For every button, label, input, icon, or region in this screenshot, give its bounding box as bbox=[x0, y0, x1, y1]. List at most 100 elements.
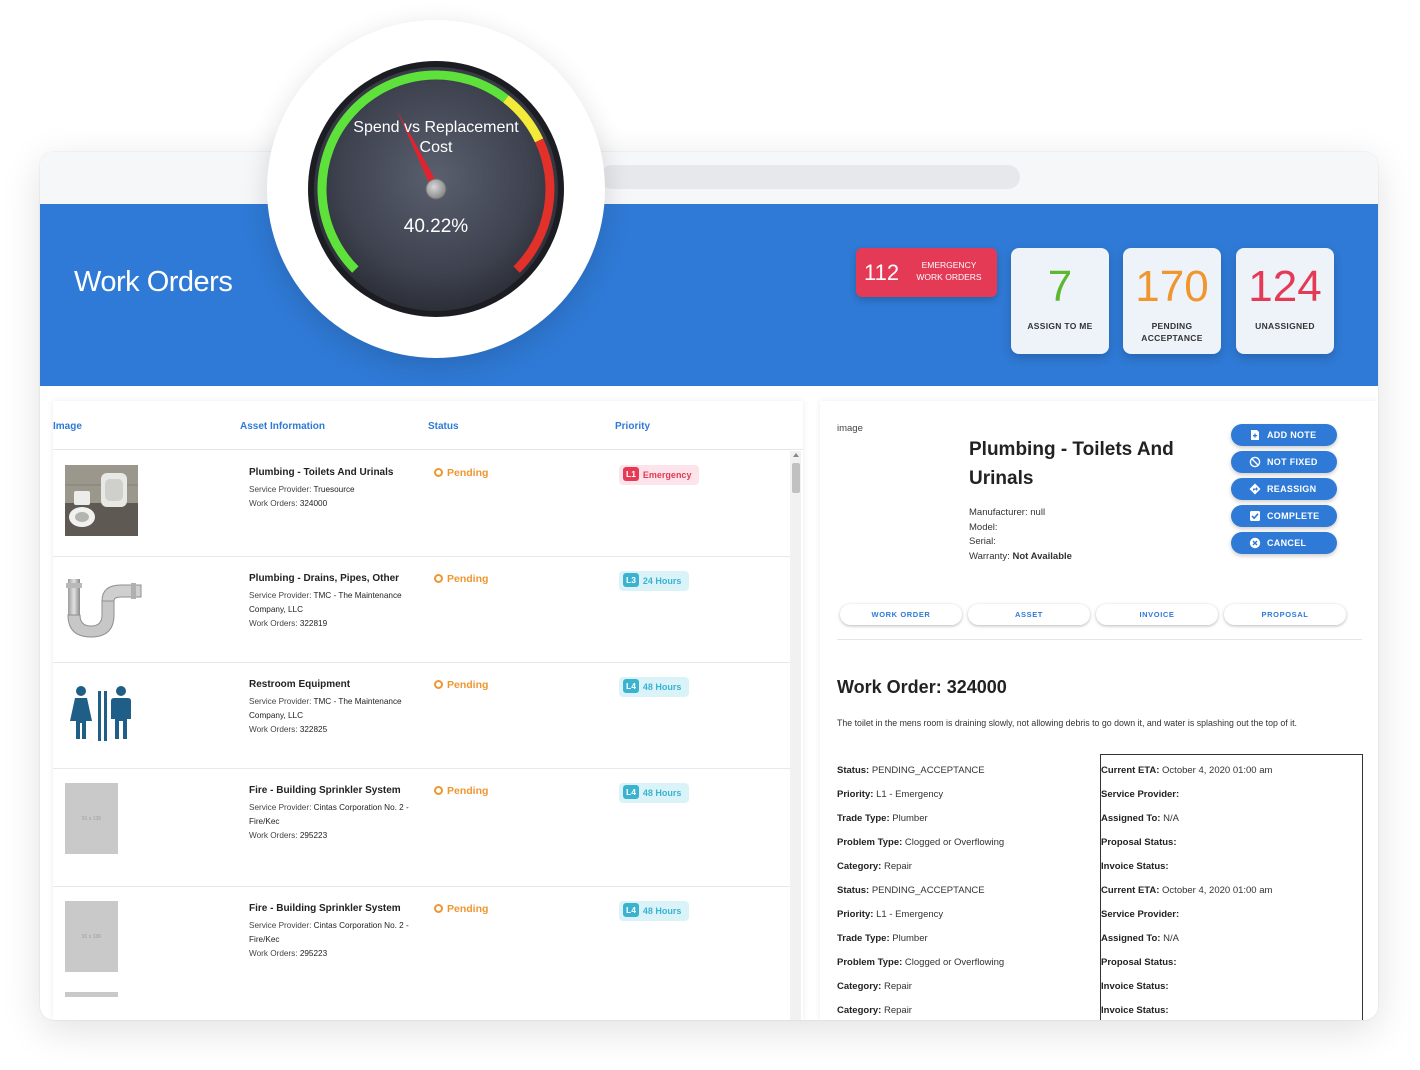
row-meta: Service Provider: Cintas Corporation No.… bbox=[249, 921, 409, 958]
detail-field-right: Proposal Status: bbox=[1101, 837, 1177, 848]
restroom-sign-icon bbox=[65, 677, 138, 748]
ban-icon bbox=[1249, 456, 1261, 468]
gauge-dial bbox=[308, 61, 564, 317]
priority-badge: L3 24 Hours bbox=[619, 571, 690, 591]
header-divider bbox=[53, 449, 803, 450]
detail-field-left: Priority: L1 - Emergency bbox=[837, 789, 944, 800]
image-placeholder: 91 x 136 bbox=[65, 901, 118, 972]
priority-badge: L4 48 Hours bbox=[619, 901, 690, 921]
detail-field-right: Service Provider: bbox=[1101, 789, 1180, 800]
image-placeholder: 91 x 136 bbox=[65, 783, 118, 854]
pipe-icon bbox=[65, 571, 142, 642]
status-badge: Pending bbox=[434, 573, 488, 585]
add-note-button[interactable]: ADD NOTE bbox=[1231, 424, 1337, 446]
table-row[interactable]: 91 x 136 Fire - Building Sprinkler Syste… bbox=[53, 769, 790, 887]
assign-to-me-label: ASSIGN TO ME bbox=[1027, 321, 1093, 331]
column-header-status[interactable]: Status bbox=[428, 421, 459, 432]
row-meta: Service Provider: TMC - The Maintenance … bbox=[249, 591, 402, 628]
table-row[interactable]: 91 x 136 Fire - Building Sprinkler Syste… bbox=[53, 887, 790, 993]
asset-meta: Manufacturer: null Model: Serial: Warran… bbox=[969, 507, 1072, 562]
detail-field-left: Problem Type: Clogged or Overflowing bbox=[837, 957, 1005, 968]
detail-field-right: Assigned To: N/A bbox=[1101, 933, 1179, 944]
detail-field-left: Category: Repair bbox=[837, 861, 912, 872]
reassign-button[interactable]: REASSIGN bbox=[1231, 478, 1337, 500]
detail-field-right: Invoice Status: bbox=[1101, 981, 1169, 992]
row-title: Plumbing - Toilets And Urinals bbox=[249, 467, 394, 478]
pending-acceptance-card[interactable]: 170 PENDING ACCEPTANCE bbox=[1123, 248, 1221, 354]
detail-field-right: Current ETA: October 4, 2020 01:00 am bbox=[1101, 765, 1273, 776]
row-title: Restroom Equipment bbox=[249, 679, 351, 690]
row-title: Fire - Building Sprinkler System bbox=[249, 785, 401, 796]
detail-field-right: Proposal Status: bbox=[1101, 957, 1177, 968]
asset-title: Plumbing - Toilets And Urinals bbox=[969, 439, 1174, 489]
image-label: image bbox=[837, 423, 863, 434]
tabs-divider bbox=[837, 639, 1362, 640]
address-bar[interactable] bbox=[600, 165, 1020, 189]
list-scrollbar[interactable] bbox=[790, 451, 801, 1020]
emergency-label: EMERGENCY WORK ORDERS bbox=[916, 260, 982, 282]
status-badge: Pending bbox=[434, 467, 488, 479]
detail-field-right: Current ETA: October 4, 2020 01:00 am bbox=[1101, 885, 1273, 896]
tab-work-order[interactable]: WORK ORDER bbox=[840, 604, 962, 625]
detail-field-left: Status: PENDING_ACCEPTANCE bbox=[837, 765, 985, 776]
detail-field-right: Service Provider: bbox=[1101, 909, 1180, 920]
unassigned-count: 124 bbox=[1248, 262, 1322, 311]
detail-field-left: Category: Repair bbox=[837, 981, 912, 992]
table-row[interactable]: Restroom Equipment Service Provider: TMC… bbox=[53, 663, 790, 769]
table-row[interactable]: Plumbing - Drains, Pipes, Other Service … bbox=[53, 557, 790, 663]
tab-proposal[interactable]: PROPOSAL bbox=[1224, 604, 1346, 625]
priority-badge: L4 48 Hours bbox=[619, 677, 690, 697]
app-window: Work Orders 112 EMERGENCY WORK ORDERS 7 … bbox=[40, 152, 1378, 1020]
image-placeholder-partial bbox=[65, 992, 118, 997]
unassigned-label: UNASSIGNED bbox=[1255, 321, 1315, 331]
pending-acceptance-count: 170 bbox=[1135, 262, 1209, 311]
work-order-description: The toilet in the mens room is draining … bbox=[837, 718, 1297, 728]
tab-invoice[interactable]: INVOICE bbox=[1096, 604, 1218, 625]
detail-field-left: Trade Type: Plumber bbox=[837, 933, 928, 944]
work-order-heading: Work Order: 324000 bbox=[837, 677, 1007, 697]
tab-asset[interactable]: ASSET bbox=[968, 604, 1090, 625]
row-title: Fire - Building Sprinkler System bbox=[249, 903, 401, 914]
unassigned-card[interactable]: 124 UNASSIGNED bbox=[1236, 248, 1334, 354]
pending-acceptance-label: PENDING ACCEPTANCE bbox=[1141, 321, 1203, 343]
cancel-button[interactable]: CANCEL bbox=[1231, 532, 1337, 554]
detail-field-left: Trade Type: Plumber bbox=[837, 813, 928, 824]
detail-field-left: Problem Type: Clogged or Overflowing bbox=[837, 837, 1005, 848]
column-header-priority[interactable]: Priority bbox=[615, 421, 650, 432]
note-icon bbox=[1251, 430, 1259, 440]
row-meta: Service Provider: Truesource Work Orders… bbox=[249, 485, 355, 508]
priority-badge: L1 Emergency bbox=[619, 465, 700, 485]
gauge-value: 40.22% bbox=[403, 216, 469, 237]
emergency-work-orders-card[interactable]: 112 EMERGENCY WORK ORDERS bbox=[856, 248, 997, 297]
detail-field-right: Assigned To: N/A bbox=[1101, 813, 1179, 824]
work-order-list: Image Asset Information Status Priority bbox=[53, 401, 803, 1020]
gauge-title: Spend vs Replacement Cost bbox=[353, 119, 519, 156]
row-title: Plumbing - Drains, Pipes, Other bbox=[249, 573, 400, 584]
column-header-asset[interactable]: Asset Information bbox=[240, 421, 325, 432]
directions-icon bbox=[1249, 483, 1261, 495]
detail-field-left: Status: PENDING_ACCEPTANCE bbox=[837, 885, 985, 896]
page-header: Work Orders 112 EMERGENCY WORK ORDERS 7 … bbox=[40, 204, 1378, 386]
assign-to-me-count: 7 bbox=[1047, 262, 1073, 311]
scroll-up-arrow-icon[interactable] bbox=[793, 453, 799, 457]
detail-field-right: Invoice Status: bbox=[1101, 861, 1169, 872]
priority-badge: L4 48 Hours bbox=[619, 783, 690, 803]
list-scrollbar-thumb[interactable] bbox=[792, 463, 800, 493]
browser-titlebar bbox=[40, 152, 1378, 204]
emergency-count: 112 bbox=[864, 260, 900, 285]
status-badge: Pending bbox=[434, 679, 488, 691]
complete-button[interactable]: COMPLETE bbox=[1231, 505, 1337, 527]
detail-field-left: Priority: L1 - Emergency bbox=[837, 909, 944, 920]
close-circle-icon bbox=[1249, 537, 1261, 549]
spend-gauge: Spend vs Replacement Cost 40.22% bbox=[267, 20, 605, 358]
table-row[interactable]: Plumbing - Toilets And Urinals Service P… bbox=[53, 451, 790, 557]
work-order-detail: image Plumbing - Toilets And Urinals Man… bbox=[820, 401, 1378, 1020]
assign-to-me-card[interactable]: 7 ASSIGN TO ME bbox=[1011, 248, 1109, 354]
not-fixed-button[interactable]: NOT FIXED bbox=[1231, 451, 1337, 473]
restroom-photo bbox=[65, 465, 138, 536]
detail-field-left: Category: Repair bbox=[837, 1005, 912, 1016]
column-header-image[interactable]: Image bbox=[53, 421, 82, 432]
status-badge: Pending bbox=[434, 785, 488, 797]
page-title: Work Orders bbox=[74, 266, 233, 298]
check-square-icon bbox=[1250, 511, 1260, 521]
